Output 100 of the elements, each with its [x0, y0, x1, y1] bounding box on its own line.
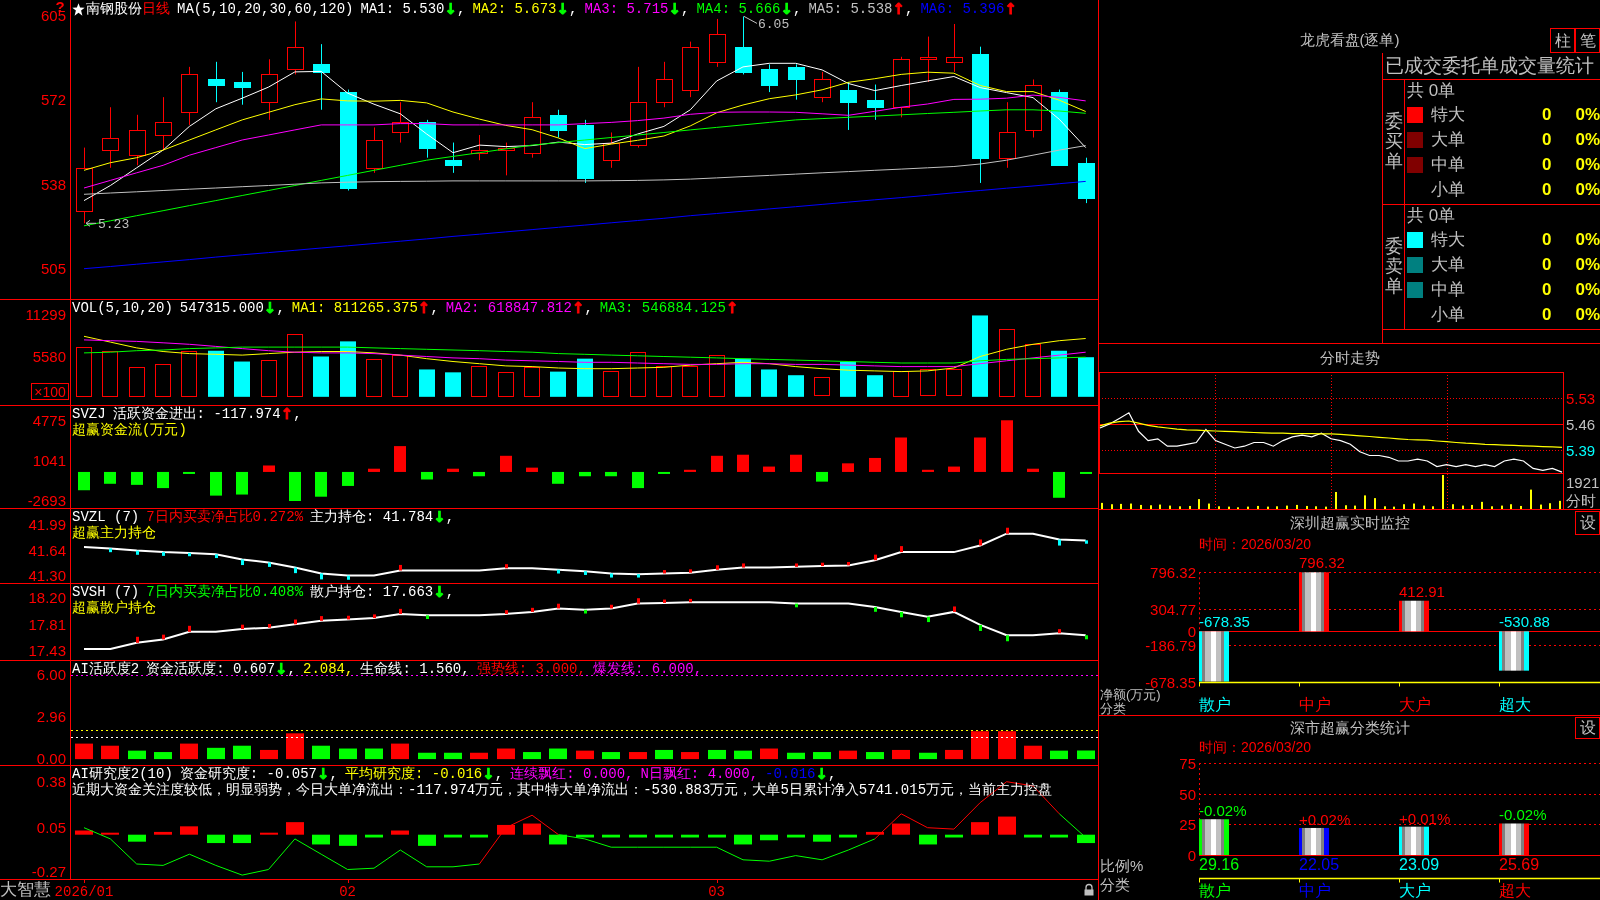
- legend-text: ,: [445, 509, 455, 525]
- candlestick: [419, 119, 436, 159]
- picture-change-marker: [1006, 527, 1009, 534]
- candlestick: [656, 61, 673, 108]
- trend-arrow: ↓: [433, 584, 446, 600]
- order-size-label: 特大: [1431, 229, 1465, 251]
- trend-arrow: ↓: [482, 766, 495, 782]
- picture-change-marker: [953, 606, 956, 612]
- picture-change-marker: [294, 619, 297, 625]
- axis-tick-label: 0.38: [36, 772, 66, 790]
- order-count: 0: [1542, 104, 1552, 125]
- picture-change-marker: [689, 598, 692, 603]
- change-label: +0.01%: [1399, 809, 1451, 827]
- picture-change-marker: [136, 550, 139, 555]
- group-label: 委买单: [1384, 112, 1403, 172]
- trend-arrow: ↑: [892, 1, 906, 17]
- axis-tick-label: 11299: [25, 306, 66, 324]
- legend-text: MA2: 618847.812: [445, 300, 572, 316]
- picture-change-marker: [637, 598, 640, 604]
- candlestick: [946, 23, 963, 73]
- order-share: 0%: [1575, 304, 1600, 325]
- picture-change-marker: [557, 569, 560, 574]
- candlestick: [761, 63, 778, 93]
- axis-tick-label: 505: [40, 259, 66, 277]
- picture-change-marker: [979, 624, 982, 631]
- trend-arrow: ↓: [263, 300, 277, 316]
- change-label: -0.02%: [1199, 802, 1247, 820]
- candlestick: [392, 101, 409, 144]
- legend-text: 爆发线: 6.000,: [592, 661, 703, 677]
- max-volume-label: 1921: [1566, 474, 1600, 491]
- axis-title: 分类: [1100, 701, 1126, 715]
- axis-tick-label: -2693: [27, 491, 66, 508]
- time-label: 时间：2026/03/20: [1199, 537, 1312, 551]
- axis-title: 净额(万元): [1100, 687, 1161, 702]
- axis-tick-label: 17.81: [28, 615, 66, 633]
- axis-tick-label: 17.43: [28, 642, 66, 660]
- lock-icon: [1084, 883, 1094, 896]
- candlestick: [445, 142, 462, 174]
- trend-arrow: ↑: [1004, 1, 1018, 17]
- axis-tick-label: 572: [40, 90, 66, 108]
- value-label: 796.32: [1299, 554, 1345, 572]
- legend-text: ,: [569, 1, 578, 17]
- order-size-label: 小单: [1431, 304, 1465, 326]
- unit-label: ×100: [31, 383, 69, 400]
- picture-change-marker: [188, 625, 191, 632]
- date-label: 02: [339, 884, 356, 900]
- picture-change-marker: [373, 614, 376, 619]
- candlestick: [313, 43, 330, 111]
- legend-text: 生命线: 1.560,: [360, 661, 470, 677]
- mode-button[interactable]: 笔: [1575, 28, 1600, 53]
- trend-arrow: ↓: [433, 509, 446, 525]
- picture-change-marker: [795, 603, 798, 608]
- settings-button[interactable]: 设: [1575, 717, 1600, 739]
- net-amount-bar: [1199, 631, 1229, 682]
- axis-tick-label: 4775: [32, 411, 66, 429]
- picture-change-marker: [742, 563, 745, 568]
- time-label: 时间：2026/03/20: [1199, 740, 1312, 754]
- order-count: 0: [1542, 279, 1552, 300]
- category-label: 散户: [1199, 882, 1231, 899]
- legend-text: SVZL (7): [72, 509, 140, 525]
- picture-change-marker: [927, 616, 930, 623]
- candlestick: [471, 134, 488, 161]
- picture-change-marker: [1006, 635, 1009, 642]
- change-label: -0.02%: [1499, 806, 1547, 824]
- candlestick: [709, 18, 726, 68]
- settings-button[interactable]: 设: [1575, 511, 1600, 535]
- mode-button[interactable]: 柱: [1550, 28, 1575, 53]
- legend-text: 强势线: 3.000,: [476, 661, 586, 677]
- axis-tick-label: 0.00: [36, 750, 66, 765]
- candlestick: [102, 106, 119, 169]
- picture-change-marker: [162, 552, 165, 556]
- axis-tick-label: 75: [1179, 754, 1196, 772]
- picture-change-marker: [241, 559, 244, 566]
- trend-arrow: ↑: [417, 300, 431, 316]
- candlestick: [208, 61, 225, 103]
- order-size-label: 大单: [1431, 254, 1465, 276]
- panel-title: 龙虎看盘(逐单): [1299, 31, 1400, 50]
- legend-text: ,: [430, 300, 439, 316]
- total-count: 共 0单: [1407, 205, 1456, 227]
- picture-change-marker: [531, 607, 534, 612]
- picture-change-marker: [399, 608, 402, 614]
- legend-text: 2.084,: [303, 661, 354, 677]
- candlestick: [788, 63, 805, 101]
- axis-tick-label: 50: [1179, 785, 1196, 803]
- net-amount-bar: [1299, 572, 1329, 632]
- picture-change-marker: [847, 562, 850, 566]
- legend-text: 547315.000: [179, 300, 264, 316]
- trend-arrow: ↑: [571, 300, 585, 316]
- axis-tick-label: 796.32: [1150, 563, 1196, 581]
- trend-arrow: ↓: [275, 661, 288, 677]
- candlestick: [155, 96, 172, 151]
- legend-text: SVSH (7): [72, 584, 140, 600]
- candlestick: [603, 131, 620, 169]
- axis-tick-label: -0.27: [31, 863, 66, 880]
- value-label: 23.09: [1399, 856, 1440, 873]
- value-label: 25.69: [1499, 856, 1540, 873]
- brand-name: 大智慧: [0, 880, 52, 900]
- candlestick: [814, 71, 831, 103]
- picture-change-marker: [426, 615, 429, 619]
- picture-change-marker: [663, 570, 666, 574]
